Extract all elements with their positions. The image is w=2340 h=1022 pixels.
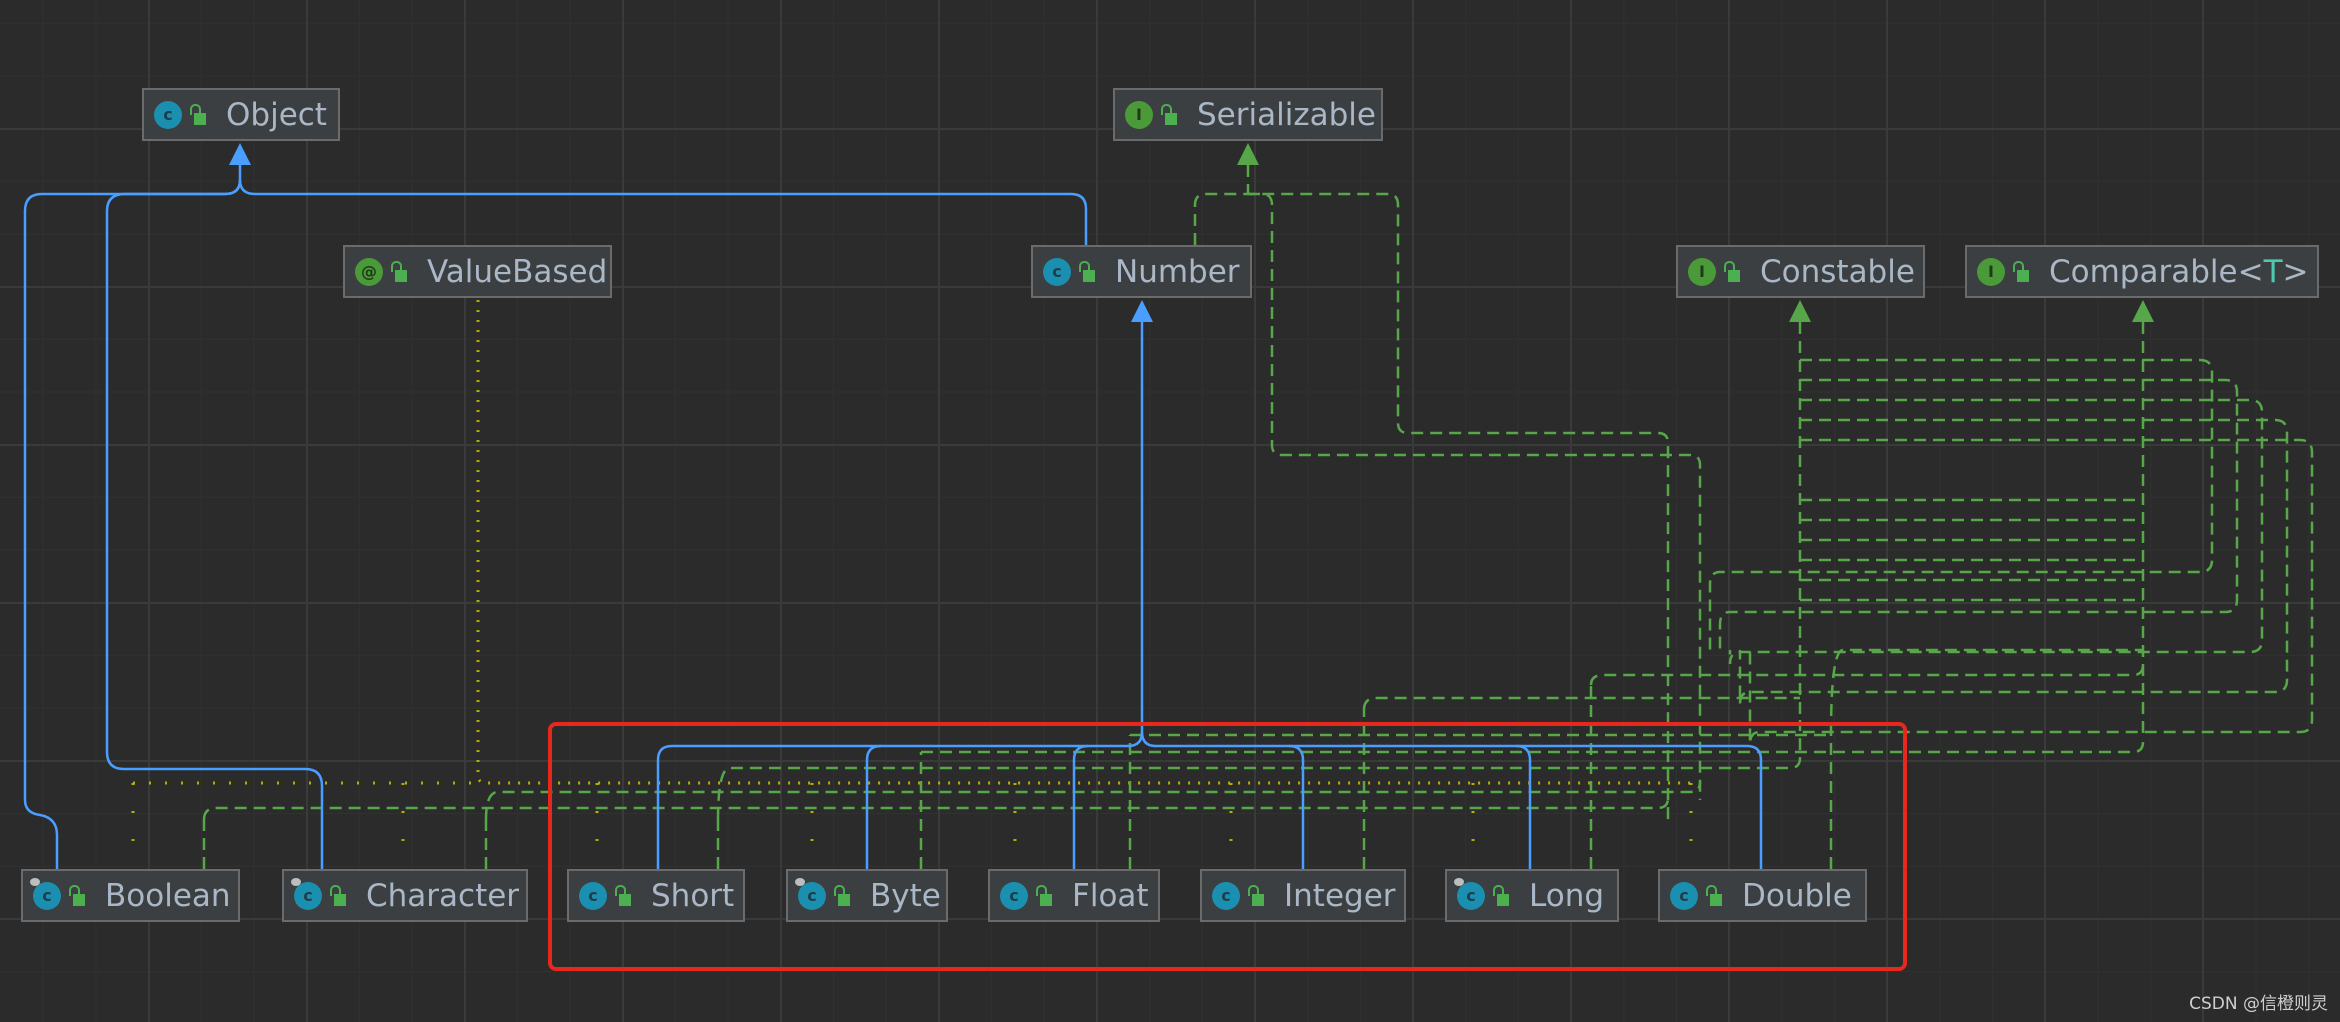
annotation-edge [476,300,1691,785]
arrow-head-icon [2132,300,2154,322]
final-class-icon: c [30,877,61,910]
annotation-icon: @ [355,257,383,286]
public-lock-icon [330,884,346,906]
public-lock-icon [1248,884,1264,906]
implements-edge-serializable [1248,192,1702,800]
node-comparable[interactable]: I Comparable<T> [1965,245,2319,298]
watermark: CSDN @信橙则灵 [2189,994,2328,1014]
interface-icon: I [1125,100,1153,129]
public-lock-icon [1706,884,1722,906]
implements-edge [1362,696,1800,711]
implements-edge [1738,418,2289,705]
class-icon: c [1000,881,1028,910]
node-integer[interactable]: c Integer [1200,869,1406,922]
node-valuebased[interactable]: @ ValueBased [343,245,612,298]
node-short[interactable]: c Short [567,869,745,922]
class-icon: c [1043,257,1071,286]
extends-edge-number [238,179,1088,245]
implements-edge [1589,664,2145,686]
comparable-name: Comparable< [2049,253,2264,290]
public-lock-icon [1161,103,1177,125]
node-long[interactable]: c Long [1445,869,1619,922]
public-lock-icon [2013,260,2029,282]
public-lock-icon [190,103,206,125]
implements-edge [1708,358,2214,650]
class-icon: c [154,100,182,129]
node-double[interactable]: c Double [1658,869,1867,922]
public-lock-icon [391,260,407,282]
node-float[interactable]: c Float [988,869,1160,922]
public-lock-icon [69,884,85,906]
public-lock-icon [834,884,850,906]
class-icon: c [1212,881,1240,910]
arrow-head-icon [1131,300,1153,322]
node-boolean[interactable]: c Boolean [21,869,240,922]
interface-icon: I [1977,257,2005,286]
extends-edge-boolean [23,165,242,869]
implements-edge [1748,438,2314,745]
final-class-icon: c [291,877,322,910]
comparable-name-end: > [2282,253,2309,290]
arrow-head-icon [1237,143,1259,165]
node-object[interactable]: c Object [142,88,340,141]
public-lock-icon [1036,884,1052,906]
type-parameter: T [2263,253,2283,290]
arrow-head-icon [229,143,251,165]
highlight-box [548,722,1907,971]
node-serializable[interactable]: I Serializable [1113,88,1383,141]
public-lock-icon [1724,260,1740,282]
public-lock-icon [615,884,631,906]
node-constable[interactable]: I Constable [1676,245,1925,298]
class-icon: c [1670,881,1698,910]
extends-edge-character [105,179,324,869]
node-character[interactable]: c Character [282,869,528,922]
node-byte[interactable]: c Byte [786,869,948,922]
node-number[interactable]: c Number [1031,245,1252,298]
class-icon: c [579,881,607,910]
public-lock-icon [1493,884,1509,906]
public-lock-icon [1079,260,1095,282]
interface-icon: I [1688,257,1716,286]
arrow-head-icon [1789,300,1811,322]
final-class-icon: c [795,877,826,910]
final-class-icon: c [1454,877,1485,910]
